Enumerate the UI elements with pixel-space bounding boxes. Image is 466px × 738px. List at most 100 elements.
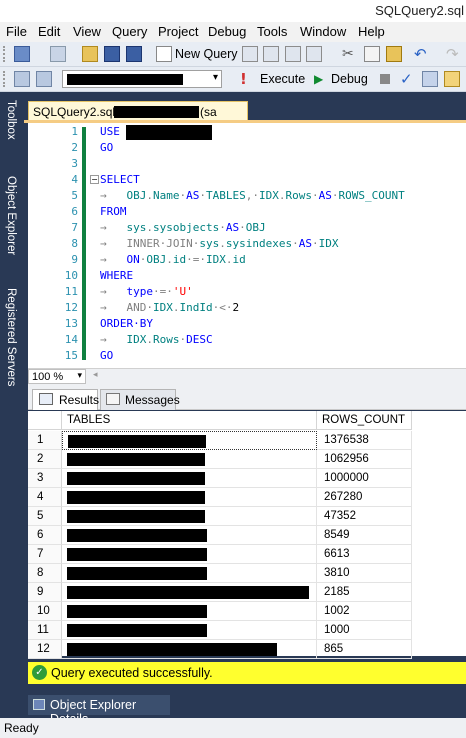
table-row[interactable]: 7 6613	[28, 545, 466, 564]
tab-results[interactable]: Results	[32, 389, 99, 410]
tables-cell[interactable]	[62, 507, 317, 526]
new-project-icon[interactable]	[14, 46, 30, 62]
new-query-icon[interactable]	[156, 46, 172, 62]
zoom-select[interactable]: 100 % ▾	[28, 369, 86, 384]
tables-cell[interactable]	[62, 583, 317, 602]
code-line[interactable]: SELECT	[100, 173, 140, 186]
tab-messages[interactable]: Messages	[100, 389, 180, 410]
open-folder-icon[interactable]	[82, 46, 98, 62]
rows-count-cell[interactable]: 8549	[317, 526, 412, 545]
rows-count-cell[interactable]: 267280	[317, 488, 412, 507]
code-line[interactable]: FROM	[100, 205, 127, 218]
rows-count-cell[interactable]: 3810	[317, 564, 412, 583]
save-icon[interactable]	[104, 46, 120, 62]
results-grid[interactable]: TABLES ROWS_COUNT 1 1376538 2 1062956 3 10000…	[28, 411, 466, 659]
rows-count-cell[interactable]: 1000000	[317, 469, 412, 488]
rows-count-cell[interactable]: 1000	[317, 621, 412, 640]
object-explorer-tab[interactable]: Object Explorer	[0, 176, 24, 286]
toolbox-tab[interactable]: Toolbox	[0, 100, 24, 170]
registered-servers-tab[interactable]: Registered Servers	[0, 288, 24, 428]
redo-icon[interactable]: ↷	[446, 46, 462, 62]
rows-count-cell[interactable]: 865	[317, 640, 412, 659]
code-line[interactable]: → OBJ.Name·AS·TABLES,·IDX.Rows·AS·ROWS_C…	[100, 189, 405, 202]
table-row[interactable]: 10 1002	[28, 602, 466, 621]
code-line[interactable]: GO	[100, 141, 113, 154]
table-row[interactable]: 1 1376538	[28, 431, 466, 450]
tables-cell[interactable]	[62, 526, 317, 545]
tables-cell[interactable]	[62, 431, 317, 450]
code-line[interactable]: → sys.sysobjects·AS·OBJ	[100, 221, 266, 234]
dmx-query-icon[interactable]	[285, 46, 301, 62]
menu-file[interactable]: File	[6, 24, 27, 39]
rows-count-cell[interactable]: 1376538	[317, 431, 412, 450]
menu-project[interactable]: Project	[158, 24, 198, 39]
parse-check-icon[interactable]: ✓	[400, 71, 416, 87]
table-row[interactable]: 3 1000000	[28, 469, 466, 488]
tables-cell[interactable]	[62, 469, 317, 488]
xmla-query-icon[interactable]	[306, 46, 322, 62]
table-row[interactable]: 2 1062956	[28, 450, 466, 469]
menu-tools[interactable]: Tools	[257, 24, 287, 39]
tables-cell[interactable]	[62, 602, 317, 621]
analysis-query-icon[interactable]	[263, 46, 279, 62]
database-select[interactable]: ▾	[62, 70, 222, 88]
rows-count-cell[interactable]: 1062956	[317, 450, 412, 469]
menu-edit[interactable]: Edit	[38, 24, 60, 39]
menu-help[interactable]: Help	[358, 24, 385, 39]
query-options-icon[interactable]	[444, 71, 460, 87]
cut-icon[interactable]: ✂	[342, 46, 358, 62]
menu-debug[interactable]: Debug	[208, 24, 246, 39]
table-row[interactable]: 11 1000	[28, 621, 466, 640]
code-line[interactable]: → IDX.Rows·DESC	[100, 333, 213, 346]
add-item-icon[interactable]	[50, 46, 66, 62]
menu-view[interactable]: View	[73, 24, 101, 39]
tables-cell[interactable]	[62, 488, 317, 507]
code-line[interactable]: → INNER·JOIN·sys.sysindexes·AS·IDX	[100, 237, 338, 250]
new-query-label[interactable]: New Query	[175, 47, 238, 61]
toolbar-grip[interactable]	[3, 46, 7, 62]
paste-icon[interactable]	[386, 46, 402, 62]
table-row[interactable]: 12 865	[28, 640, 466, 659]
code-line[interactable]: → type·=·'U'	[100, 285, 193, 298]
rows-count-cell[interactable]: 1002	[317, 602, 412, 621]
cancel-query-icon[interactable]	[380, 74, 390, 84]
undo-icon[interactable]: ↶	[414, 46, 430, 62]
table-row[interactable]: 6 8549	[28, 526, 466, 545]
code-line[interactable]: GO	[100, 349, 113, 362]
code-line[interactable]: ORDER·BY	[100, 317, 153, 330]
menu-query[interactable]: Query	[112, 24, 147, 39]
table-row[interactable]: 4 267280	[28, 488, 466, 507]
tables-cell[interactable]	[62, 450, 317, 469]
debug-play-icon[interactable]: ▶	[314, 71, 330, 87]
execute-button[interactable]: Execute	[260, 72, 305, 86]
db-engine-query-icon[interactable]	[242, 46, 258, 62]
debug-button[interactable]: Debug	[331, 72, 368, 86]
column-header-rows-count[interactable]: ROWS_COUNT	[317, 411, 412, 430]
copy-icon[interactable]	[364, 46, 380, 62]
connect-icon[interactable]	[14, 71, 30, 87]
column-header-tables[interactable]: TABLES	[62, 411, 317, 430]
code-line[interactable]: USE	[100, 125, 127, 138]
toolbar-grip[interactable]	[3, 71, 7, 87]
execution-plan-icon[interactable]	[422, 71, 438, 87]
tables-cell[interactable]	[62, 564, 317, 583]
table-row[interactable]: 8 3810	[28, 564, 466, 583]
collapse-icon[interactable]: −	[90, 175, 99, 184]
execute-icon[interactable]: !	[240, 71, 256, 87]
code-line[interactable]: WHERE	[100, 269, 133, 282]
rows-count-cell[interactable]: 47352	[317, 507, 412, 526]
code-line[interactable]: → ON·OBJ.id·=·IDX.id	[100, 253, 246, 266]
table-row[interactable]: 9 2185	[28, 583, 466, 602]
object-explorer-details-tab[interactable]: Object Explorer Details	[28, 695, 170, 726]
scroll-left-icon[interactable]: ◂	[93, 370, 98, 380]
save-all-icon[interactable]	[126, 46, 142, 62]
rows-count-cell[interactable]: 2185	[317, 583, 412, 602]
tables-cell[interactable]	[62, 545, 317, 564]
table-row[interactable]: 5 47352	[28, 507, 466, 526]
change-connection-icon[interactable]	[36, 71, 52, 87]
tables-cell[interactable]	[62, 640, 317, 659]
rows-count-cell[interactable]: 6613	[317, 545, 412, 564]
tables-cell[interactable]	[62, 621, 317, 640]
document-tab[interactable]: SQLQuery2.sql (sa (160))*	[28, 101, 248, 133]
menu-window[interactable]: Window	[300, 24, 346, 39]
